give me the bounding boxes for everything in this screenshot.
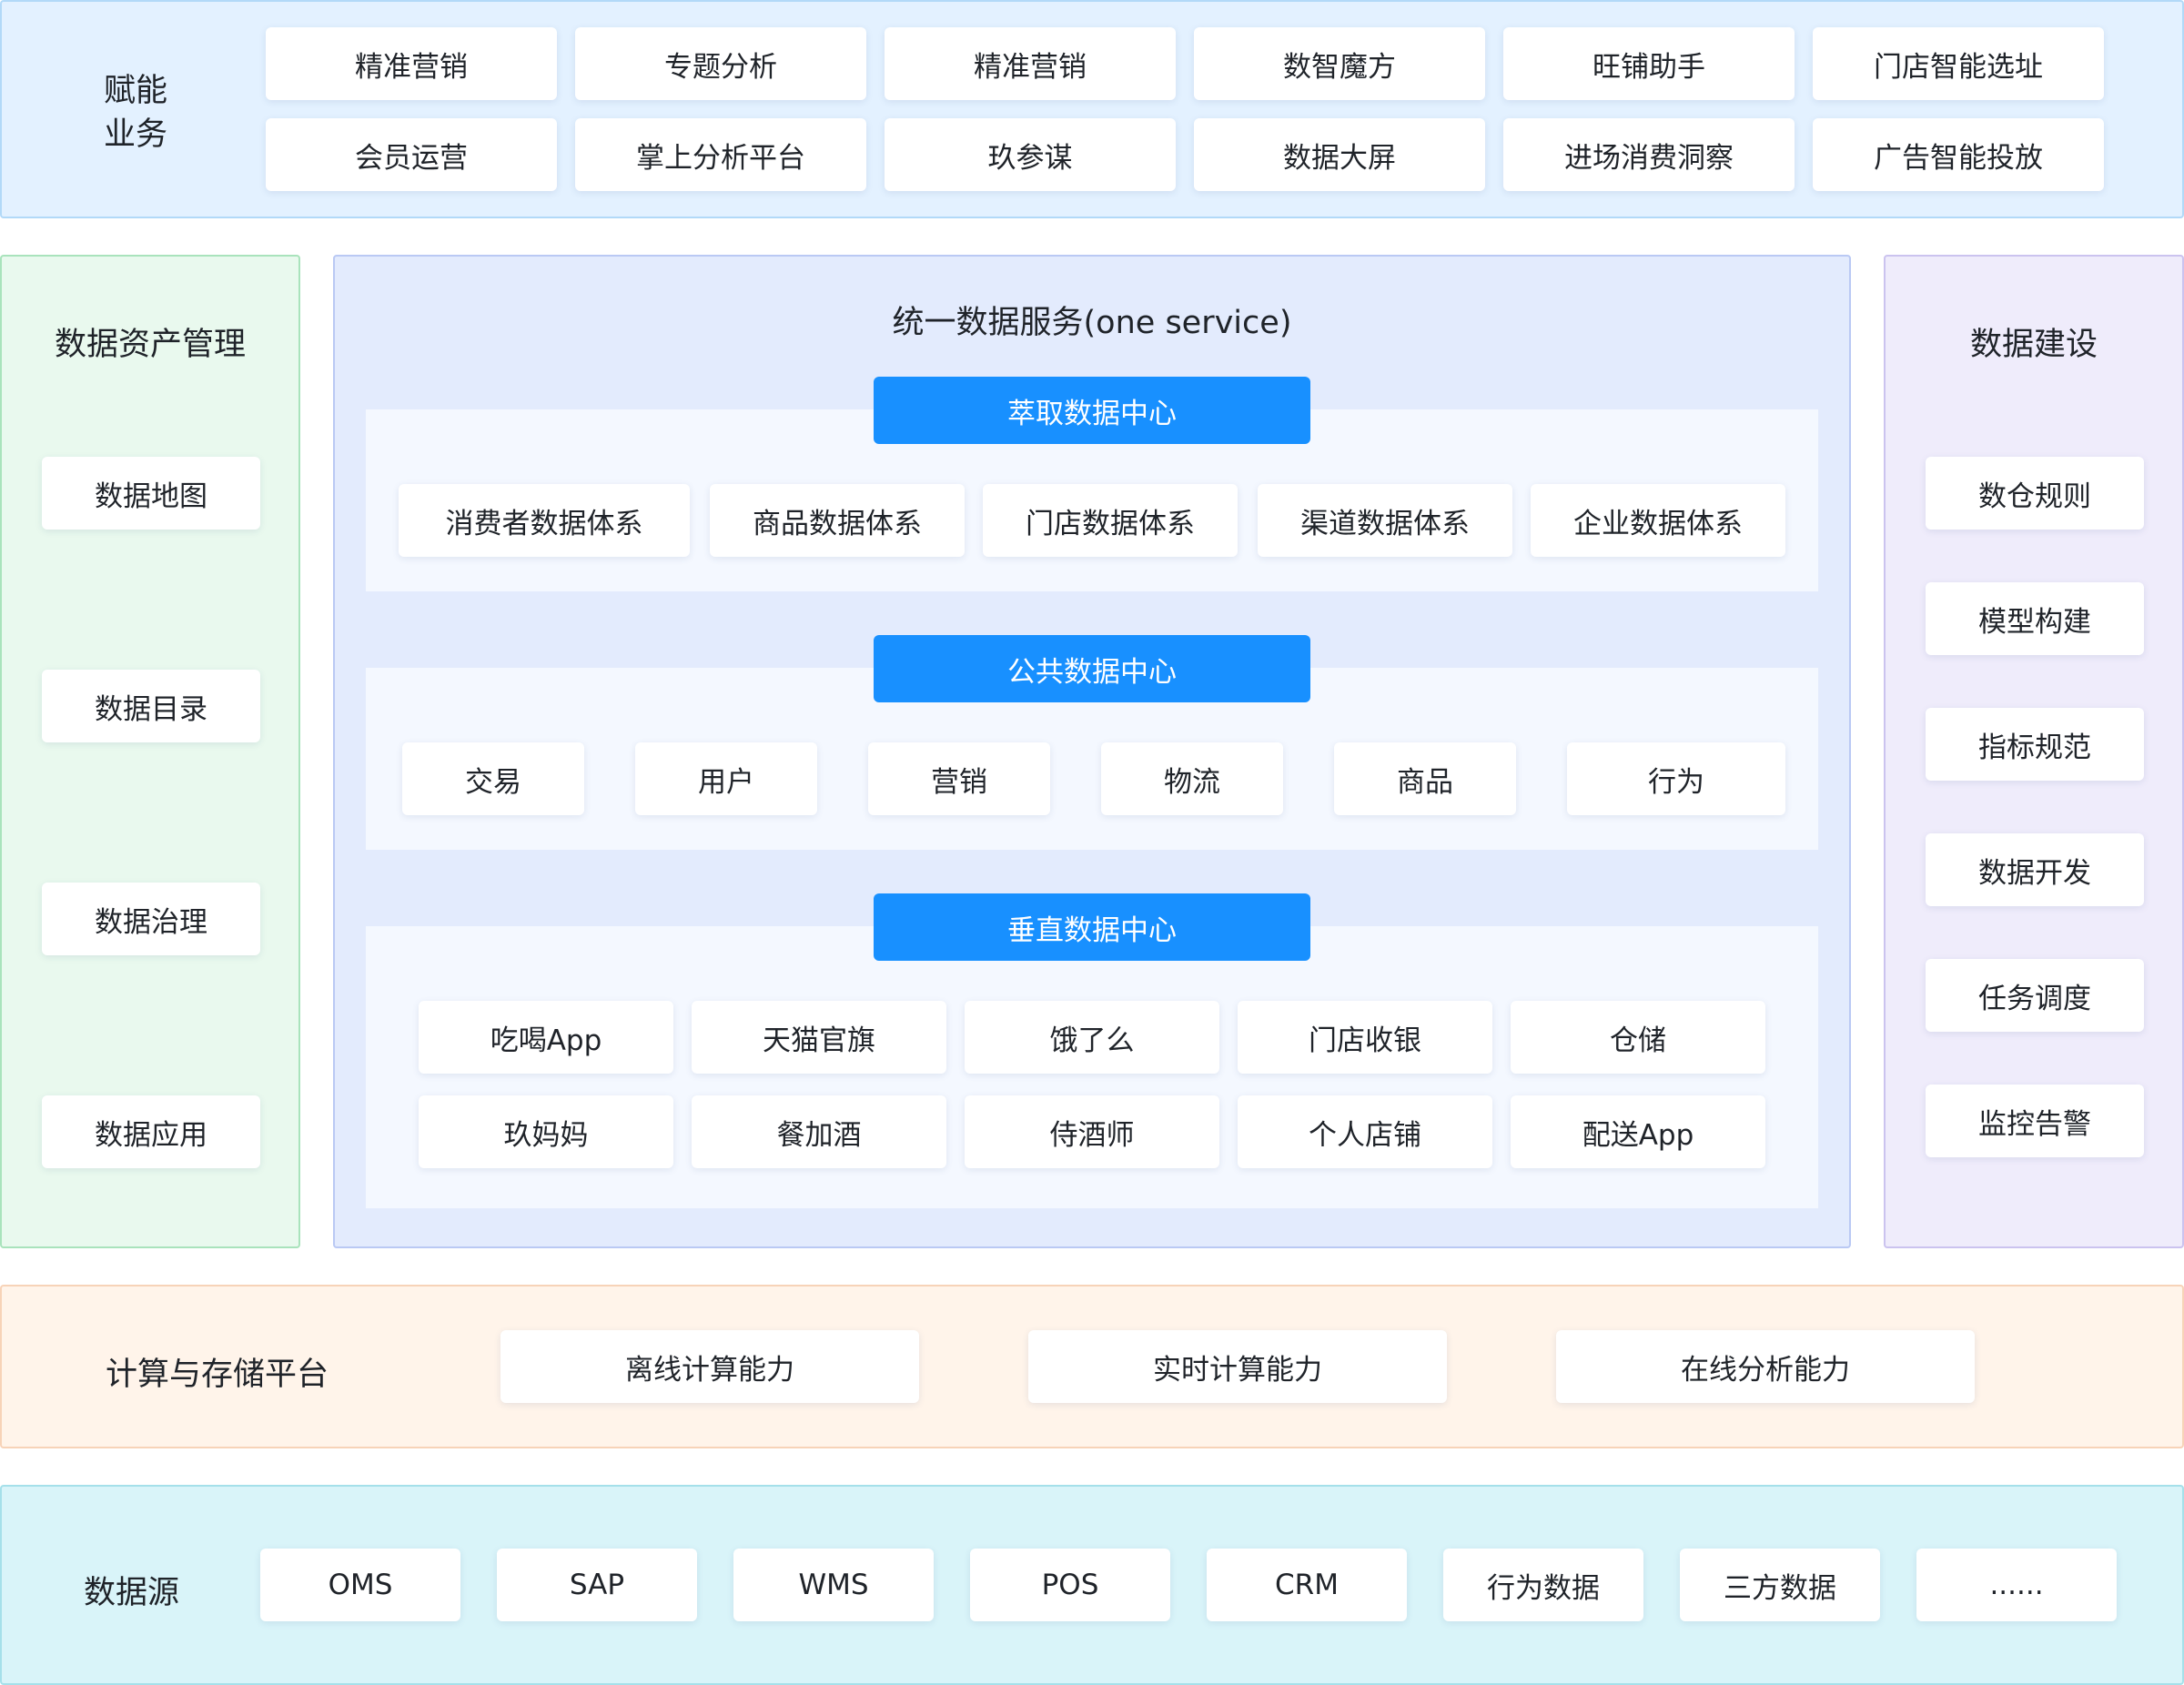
data-construction-title: 数据建设 (1969, 327, 2098, 363)
empower-title-line2: 业务 (104, 116, 168, 153)
vertical-item[interactable]: 玖妈妈 (419, 1095, 673, 1168)
extract-center-header: 萃取数据中心 (874, 377, 1310, 444)
empower-item[interactable]: 精准营销 (885, 27, 1176, 100)
vertical-item[interactable]: 饿了么 (965, 1001, 1219, 1074)
empower-item[interactable]: 精准营销 (266, 27, 557, 100)
vertical-item[interactable]: 配送App (1511, 1095, 1765, 1168)
public-item[interactable]: 交易 (402, 742, 584, 815)
extract-item[interactable]: 商品数据体系 (710, 484, 965, 557)
empower-title-line1: 赋能 (104, 73, 168, 109)
public-center-header: 公共数据中心 (874, 635, 1310, 702)
vertical-item[interactable]: 仓储 (1511, 1001, 1765, 1074)
public-item[interactable]: 行为 (1567, 742, 1785, 815)
vertical-item[interactable]: 侍酒师 (965, 1095, 1219, 1168)
vertical-item[interactable]: 餐加酒 (692, 1095, 946, 1168)
asset-item[interactable]: 数据目录 (42, 670, 260, 742)
source-item[interactable]: OMS (260, 1549, 460, 1621)
construction-item[interactable]: 指标规范 (1926, 708, 2144, 781)
vertical-item[interactable]: 吃喝App (419, 1001, 673, 1074)
extract-item[interactable]: 门店数据体系 (983, 484, 1238, 557)
unified-data-service-title: 统一数据服务(one service) (892, 305, 1292, 341)
construction-item[interactable]: 模型构建 (1926, 582, 2144, 655)
asset-item[interactable]: 数据地图 (42, 457, 260, 530)
construction-item[interactable]: 任务调度 (1926, 959, 2144, 1032)
public-item[interactable]: 商品 (1334, 742, 1516, 815)
public-item[interactable]: 用户 (635, 742, 817, 815)
source-item-more[interactable]: ...... (1916, 1549, 2117, 1621)
compute-item[interactable]: 在线分析能力 (1556, 1330, 1975, 1403)
extract-item[interactable]: 消费者数据体系 (399, 484, 690, 557)
source-item[interactable]: POS (970, 1549, 1170, 1621)
data-asset-management-title: 数据资产管理 (54, 327, 246, 363)
compute-storage-title: 计算与存储平台 (106, 1357, 329, 1393)
source-item[interactable]: WMS (733, 1549, 934, 1621)
empower-item[interactable]: 玖参谋 (885, 118, 1176, 191)
extract-item[interactable]: 渠道数据体系 (1258, 484, 1512, 557)
vertical-item[interactable]: 天猫官旗 (692, 1001, 946, 1074)
empower-item[interactable]: 数智魔方 (1194, 27, 1485, 100)
asset-item[interactable]: 数据治理 (42, 883, 260, 955)
data-source-title: 数据源 (84, 1575, 180, 1611)
empower-item[interactable]: 掌上分析平台 (575, 118, 866, 191)
empower-item[interactable]: 专题分析 (575, 27, 866, 100)
vertical-item[interactable]: 个人店铺 (1238, 1095, 1492, 1168)
empower-item[interactable]: 进场消费洞察 (1503, 118, 1795, 191)
empower-business-title: 赋能 业务 (104, 69, 167, 156)
public-item[interactable]: 物流 (1101, 742, 1283, 815)
empower-item[interactable]: 广告智能投放 (1813, 118, 2104, 191)
asset-item[interactable]: 数据应用 (42, 1095, 260, 1168)
vertical-center-header: 垂直数据中心 (874, 893, 1310, 961)
empower-item[interactable]: 会员运营 (266, 118, 557, 191)
vertical-item[interactable]: 门店收银 (1238, 1001, 1492, 1074)
source-item[interactable]: 三方数据 (1680, 1549, 1880, 1621)
source-item[interactable]: SAP (497, 1549, 697, 1621)
construction-item[interactable]: 数据开发 (1926, 833, 2144, 906)
construction-item[interactable]: 监控告警 (1926, 1085, 2144, 1157)
empower-item[interactable]: 门店智能选址 (1813, 27, 2104, 100)
extract-item[interactable]: 企业数据体系 (1531, 484, 1785, 557)
source-item[interactable]: 行为数据 (1443, 1549, 1643, 1621)
source-item[interactable]: CRM (1207, 1549, 1407, 1621)
compute-item[interactable]: 离线计算能力 (500, 1330, 919, 1403)
public-item[interactable]: 营销 (868, 742, 1050, 815)
empower-item[interactable]: 旺铺助手 (1503, 27, 1795, 100)
compute-item[interactable]: 实时计算能力 (1028, 1330, 1447, 1403)
empower-item[interactable]: 数据大屏 (1194, 118, 1485, 191)
construction-item[interactable]: 数仓规则 (1926, 457, 2144, 530)
